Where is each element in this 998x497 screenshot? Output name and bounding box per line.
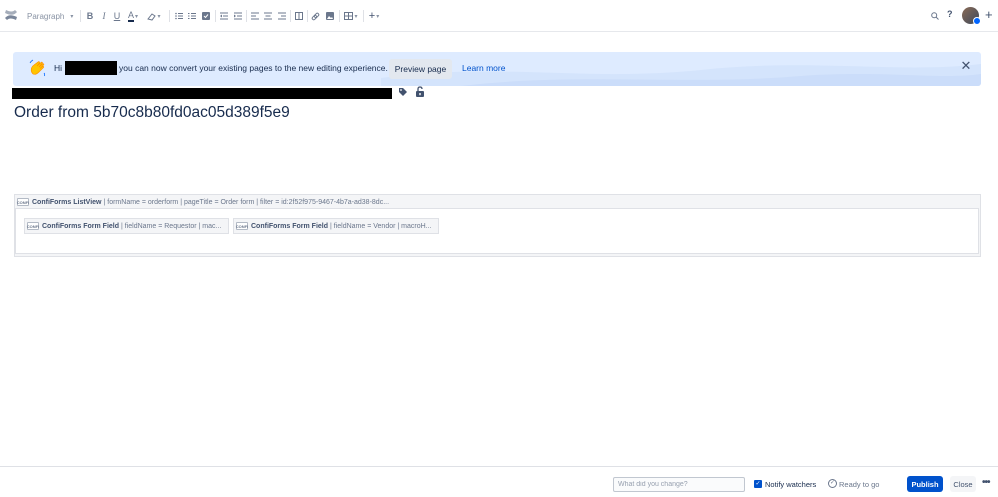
- toolbar-divider: [307, 10, 308, 22]
- notify-watchers-label[interactable]: Notify watchers: [765, 480, 816, 489]
- version-comment-input[interactable]: [613, 477, 745, 492]
- avatar-status-badge: [973, 17, 981, 25]
- chevron-down-icon: ▾: [70, 13, 74, 20]
- learn-more-link[interactable]: Learn more: [462, 63, 505, 73]
- search-icon[interactable]: [930, 8, 940, 24]
- toolbar-divider: [339, 10, 340, 22]
- close-icon[interactable]: ✕: [959, 59, 973, 73]
- paragraph-style-label: Paragraph: [27, 11, 65, 21]
- toolbar-divider: [290, 10, 291, 22]
- toolbar-divider: [363, 10, 364, 22]
- editor-toolbar: Paragraph ▾ B I U A ▾ ▾ ▾ + ▾ ? +: [0, 0, 998, 32]
- paragraph-style-select[interactable]: Paragraph ▾: [27, 8, 73, 24]
- numbered-list-icon[interactable]: [187, 8, 197, 24]
- create-icon[interactable]: +: [985, 8, 993, 21]
- macro-params: | formName = orderform | pageTitle = Ord…: [103, 198, 390, 206]
- macro-header: CONFI ConfiForms ListView | formName = o…: [17, 198, 389, 206]
- bold-icon[interactable]: B: [85, 8, 95, 24]
- macro-params: | fieldName = Requestor | mac...: [121, 222, 222, 230]
- redacted-username: [65, 61, 117, 75]
- page-title[interactable]: Order from 5b70c8b80fd0ac05d389f5e9: [14, 104, 290, 122]
- outdent-icon[interactable]: [219, 8, 229, 24]
- toolbar-divider: [80, 10, 81, 22]
- toolbar-divider: [215, 10, 216, 22]
- indent-icon[interactable]: [233, 8, 243, 24]
- macro-params: | fieldName = Vendor | macroH...: [330, 222, 432, 230]
- banner-message: you can now convert your existing pages …: [119, 63, 388, 73]
- confiforms-icon: CONFI: [16, 198, 30, 206]
- preview-page-button[interactable]: Preview page: [389, 59, 452, 79]
- macro-name: ConfiForms Form Field: [251, 222, 328, 230]
- publish-button[interactable]: Publish: [907, 476, 943, 492]
- banner-greeting: Hi: [54, 63, 63, 73]
- underline-icon[interactable]: U: [112, 8, 122, 24]
- confluence-logo[interactable]: [4, 8, 18, 22]
- italic-icon[interactable]: I: [99, 8, 109, 24]
- macro-name: ConfiForms ListView: [32, 198, 102, 206]
- ready-status: Ready to go: [839, 480, 880, 489]
- link-icon[interactable]: [310, 8, 320, 24]
- editor-upgrade-banner: Hi you can now convert your existing pag…: [13, 52, 981, 86]
- text-color-icon[interactable]: A ▾: [126, 8, 140, 24]
- align-right-icon[interactable]: [277, 8, 287, 24]
- align-center-icon[interactable]: [263, 8, 273, 24]
- close-button[interactable]: Close: [950, 476, 976, 492]
- check-circle-icon: ✓: [828, 479, 837, 488]
- confiforms-icon: CONFI: [26, 222, 40, 230]
- toolbar-divider: [169, 10, 170, 22]
- macro-name: ConfiForms Form Field: [42, 222, 119, 230]
- table-icon[interactable]: ▾: [343, 8, 359, 24]
- confiforms-icon: CONFI: [235, 222, 249, 230]
- layout-icon[interactable]: [294, 8, 304, 24]
- bullet-list-icon[interactable]: [174, 8, 184, 24]
- help-icon[interactable]: ?: [947, 9, 953, 19]
- waving-hand-icon: [29, 59, 47, 82]
- editor-footer: ✓ Notify watchers ✓ Ready to go Publish …: [0, 466, 998, 497]
- align-left-icon[interactable]: [250, 8, 260, 24]
- label-icon[interactable]: [398, 87, 408, 97]
- notify-watchers-checkbox[interactable]: ✓: [754, 480, 762, 488]
- form-field-macro-requestor[interactable]: CONFI ConfiForms Form Field | fieldName …: [24, 218, 229, 234]
- toolbar-divider: [246, 10, 247, 22]
- format-clear-icon[interactable]: ▾: [146, 8, 162, 24]
- form-field-macro-vendor[interactable]: CONFI ConfiForms Form Field | fieldName …: [233, 218, 439, 234]
- confiforms-listview-macro[interactable]: CONFI ConfiForms ListView | formName = o…: [14, 194, 981, 257]
- more-options-icon[interactable]: •••: [982, 477, 990, 488]
- image-icon[interactable]: [325, 8, 335, 24]
- task-list-icon[interactable]: [201, 8, 211, 24]
- redacted-breadcrumb: [12, 88, 392, 99]
- insert-more-icon[interactable]: + ▾: [367, 8, 381, 24]
- unlock-icon[interactable]: [415, 86, 425, 97]
